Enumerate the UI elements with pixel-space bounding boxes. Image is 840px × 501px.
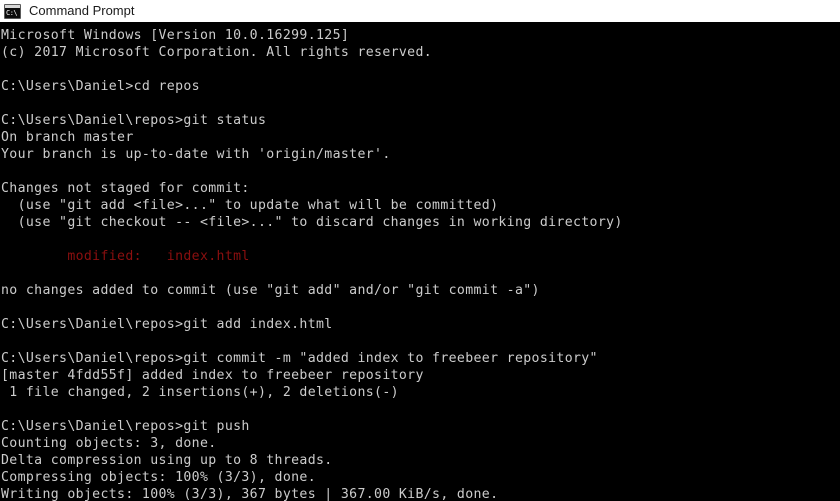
console-line: C:\Users\Daniel\repos>git push — [1, 419, 250, 434]
console-line: (use "git add <file>..." to update what … — [1, 198, 499, 213]
console-line: Changes not staged for commit: — [1, 181, 250, 196]
command-prompt-window: C:\ Command Prompt Microsoft Windows [Ve… — [0, 0, 840, 501]
console-line: C:\Users\Daniel>cd repos — [1, 79, 200, 94]
console-line: (use "git checkout -- <file>..." to disc… — [1, 215, 623, 230]
window-title: Command Prompt — [29, 3, 135, 18]
console-line: C:\Users\Daniel\repos>git add index.html — [1, 317, 333, 332]
console-line: C:\Users\Daniel\repos>git commit -m "add… — [1, 351, 598, 366]
console-line: no changes added to commit (use "git add… — [1, 283, 540, 298]
command-prompt-icon: C:\ — [4, 3, 21, 19]
icon-prompt-glyph: C:\ — [6, 8, 18, 17]
console-line: (c) 2017 Microsoft Corporation. All righ… — [1, 45, 433, 60]
console-line: 1 file changed, 2 insertions(+), 2 delet… — [1, 385, 399, 400]
console-line: Counting objects: 3, done. — [1, 436, 217, 451]
console-line: On branch master — [1, 130, 134, 145]
console-line: Your branch is up-to-date with 'origin/m… — [1, 147, 391, 162]
console-line: [master 4fdd55f] added index to freebeer… — [1, 368, 424, 383]
console-line: modified: index.html — [1, 249, 250, 264]
console-line: Delta compression using up to 8 threads. — [1, 453, 333, 468]
console-line: C:\Users\Daniel\repos>git status — [1, 113, 267, 128]
console-output-area[interactable]: Microsoft Windows [Version 10.0.16299.12… — [0, 22, 840, 501]
console-line-list: Microsoft Windows [Version 10.0.16299.12… — [0, 27, 840, 501]
window-titlebar[interactable]: C:\ Command Prompt — [0, 0, 840, 22]
console-line: Compressing objects: 100% (3/3), done. — [1, 470, 317, 485]
console-line: Writing objects: 100% (3/3), 367 bytes |… — [1, 487, 499, 501]
console-line: Microsoft Windows [Version 10.0.16299.12… — [1, 28, 350, 43]
